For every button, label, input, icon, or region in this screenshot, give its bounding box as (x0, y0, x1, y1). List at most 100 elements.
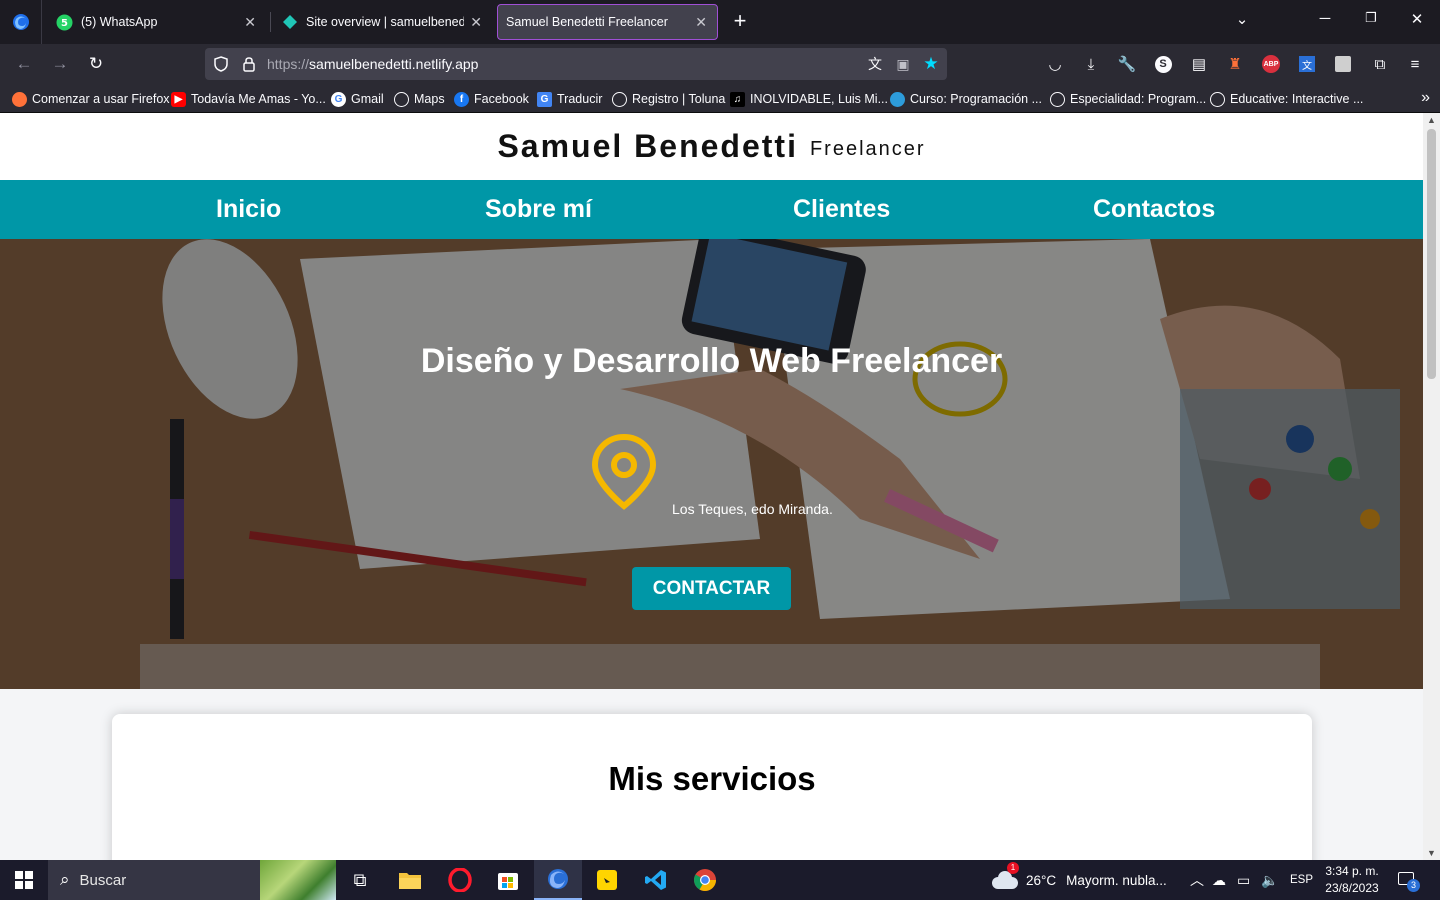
tools-icon[interactable]: 🔧 (1116, 53, 1138, 75)
input-language[interactable]: ESP (1290, 860, 1313, 900)
show-hidden-icons-icon[interactable]: ︿ (1190, 860, 1204, 900)
bookmark-item[interactable]: Curso: Programación ... (890, 90, 1042, 108)
nav-link-clientes[interactable]: Clientes (793, 195, 890, 224)
tab-whatsapp[interactable]: 5 (5) WhatsApp ✕ (46, 4, 266, 40)
new-tab-button[interactable]: + (729, 10, 751, 32)
scroll-up-icon[interactable]: ▲ (1423, 115, 1440, 125)
extension-translate-icon[interactable]: 文 (1296, 53, 1318, 75)
bookmark-label: Especialidad: Program... (1070, 92, 1207, 106)
chrome-icon[interactable] (681, 860, 729, 900)
site-header: Samuel Benedetti Freelancer (0, 113, 1423, 180)
bookmark-item[interactable]: ▶ Todavía Me Amas - Yo... (171, 90, 326, 108)
close-tab-icon[interactable]: ✕ (244, 14, 256, 31)
tab-samuel-benedetti[interactable]: Samuel Benedetti Freelancer ✕ (497, 4, 718, 40)
tab-label: Samuel Benedetti Freelancer (506, 15, 668, 29)
extension-reader-icon[interactable]: ▤ (1188, 53, 1210, 75)
clock-time: 3:34 p. m. (1325, 864, 1379, 878)
taskbar-search[interactable]: ⌕ Buscar (48, 860, 336, 900)
bookmark-item[interactable]: Comenzar a usar Firefox (12, 90, 170, 108)
vscode-icon[interactable] (632, 860, 680, 900)
site-nav: Inicio Sobre mí Clientes Contactos (0, 180, 1423, 239)
url-protocol: https:// (267, 56, 310, 72)
google-icon: G (331, 91, 346, 107)
tab-netlify[interactable]: Site overview | samuelbenedetti ✕ (272, 4, 492, 40)
extension-s-icon[interactable]: S (1152, 53, 1174, 75)
extension-flame-icon[interactable]: ♜ (1224, 53, 1246, 75)
start-button[interactable] (0, 860, 48, 900)
url-bar[interactable]: https://samuelbenedetti.netlify.app 文 ▣ … (205, 48, 947, 80)
volume-icon[interactable]: 🔈 (1261, 860, 1278, 900)
translate-icon: G (537, 91, 552, 107)
taskbar-clock[interactable]: 3:34 p. m. 23/8/2023 (1318, 863, 1386, 897)
network-icon[interactable]: ▭ (1237, 860, 1250, 900)
bookmark-item[interactable]: Especialidad: Program... (1050, 90, 1206, 108)
translate-extension-icon[interactable]: ▣ (893, 54, 913, 74)
nav-link-contactos[interactable]: Contactos (1093, 195, 1215, 224)
page-viewport: Samuel Benedetti Freelancer Inicio Sobre… (0, 113, 1423, 860)
list-all-tabs-icon[interactable]: ⌄ (1230, 10, 1254, 28)
bookmark-item[interactable]: G Traducir (537, 90, 602, 108)
scrollbar-thumb[interactable] (1427, 129, 1436, 379)
site-name[interactable]: Samuel Benedetti (497, 128, 798, 165)
more-bookmarks-icon[interactable]: » (1421, 89, 1430, 107)
globe-icon (1050, 91, 1065, 107)
task-view-icon[interactable]: ⧉ (336, 860, 384, 900)
microsoft-store-icon[interactable] (484, 860, 532, 900)
adblock-plus-icon[interactable]: ABP (1260, 53, 1282, 75)
extension-image-icon[interactable] (1332, 53, 1354, 75)
firefox-icon (12, 14, 29, 30)
location-text: Los Teques, edo Miranda. (672, 501, 833, 517)
bookmark-item[interactable]: Maps (394, 90, 445, 108)
bookmark-item[interactable]: G Gmail (331, 90, 384, 108)
netlify-icon (283, 15, 297, 29)
pocket-icon[interactable]: ◡ (1044, 53, 1066, 75)
nav-link-inicio[interactable]: Inicio (216, 195, 281, 224)
course-icon (890, 91, 905, 107)
page-scrollbar[interactable]: ▲ ▼ (1423, 113, 1440, 860)
scroll-down-icon[interactable]: ▼ (1423, 848, 1440, 858)
onedrive-icon[interactable]: ☁ (1212, 860, 1226, 900)
lock-icon[interactable] (239, 54, 259, 74)
close-tab-icon[interactable]: ✕ (695, 14, 707, 31)
tracking-protection-icon[interactable] (211, 54, 231, 74)
windows-taskbar: ⌕ Buscar ⧉ 1 26°C Mayorm. nubla... ︿ ☁ ▭… (0, 860, 1440, 900)
extensions-puzzle-icon[interactable]: ⧉ (1369, 53, 1391, 75)
bookmark-item[interactable]: Registro | Toluna (612, 90, 725, 108)
windows-logo-icon (15, 871, 33, 889)
close-tab-icon[interactable]: ✕ (470, 14, 482, 31)
back-icon[interactable]: ← (13, 53, 35, 75)
bookmark-label: Gmail (351, 92, 384, 106)
search-icon: ⌕ (60, 870, 70, 889)
globe-icon (394, 91, 409, 107)
bookmark-item[interactable]: ♫ INOLVIDABLE, Luis Mi... (730, 90, 888, 108)
forward-icon[interactable]: → (49, 53, 71, 75)
tab-strip: 5 (5) WhatsApp ✕ Site overview | samuelb… (0, 0, 1440, 44)
opera-icon[interactable] (436, 860, 484, 900)
youtube-icon: ▶ (171, 91, 186, 107)
url-text[interactable]: https://samuelbenedetti.netlify.app (267, 56, 478, 72)
bookmark-star-icon[interactable]: ★ (921, 54, 941, 74)
minimize-icon[interactable]: ─ (1313, 10, 1337, 27)
tab-separator (270, 12, 271, 32)
firefox-taskbar-icon[interactable] (534, 860, 582, 900)
hero-title: Diseño y Desarrollo Web Freelancer (420, 342, 1003, 380)
weather-widget[interactable]: 1 26°C Mayorm. nubla... (992, 860, 1167, 900)
bookmark-item[interactable]: Educative: Interactive ... (1210, 90, 1363, 108)
app-menu-icon[interactable]: ≡ (1404, 53, 1426, 75)
firefox-view-button[interactable] (0, 0, 42, 44)
reload-icon[interactable]: ↻ (85, 53, 107, 75)
globe-icon (612, 91, 627, 107)
notifications-icon[interactable]: 3 (1397, 860, 1420, 900)
sticky-notes-icon[interactable] (583, 860, 631, 900)
close-window-icon[interactable]: ✕ (1405, 10, 1429, 28)
bookmark-item[interactable]: f Facebook (454, 90, 529, 108)
restore-icon[interactable]: ❐ (1359, 10, 1383, 26)
translate-page-icon[interactable]: 文 (865, 54, 885, 74)
bookmark-label: Curso: Programación ... (910, 92, 1042, 106)
globe-icon (1210, 91, 1225, 107)
contact-button[interactable]: CONTACTAR (632, 567, 791, 610)
nav-link-sobre-mi[interactable]: Sobre mí (485, 195, 592, 224)
file-explorer-icon[interactable] (386, 860, 434, 900)
downloads-icon[interactable]: ⤓ (1080, 53, 1102, 75)
tab-label: Site overview | samuelbenedetti (306, 15, 465, 29)
